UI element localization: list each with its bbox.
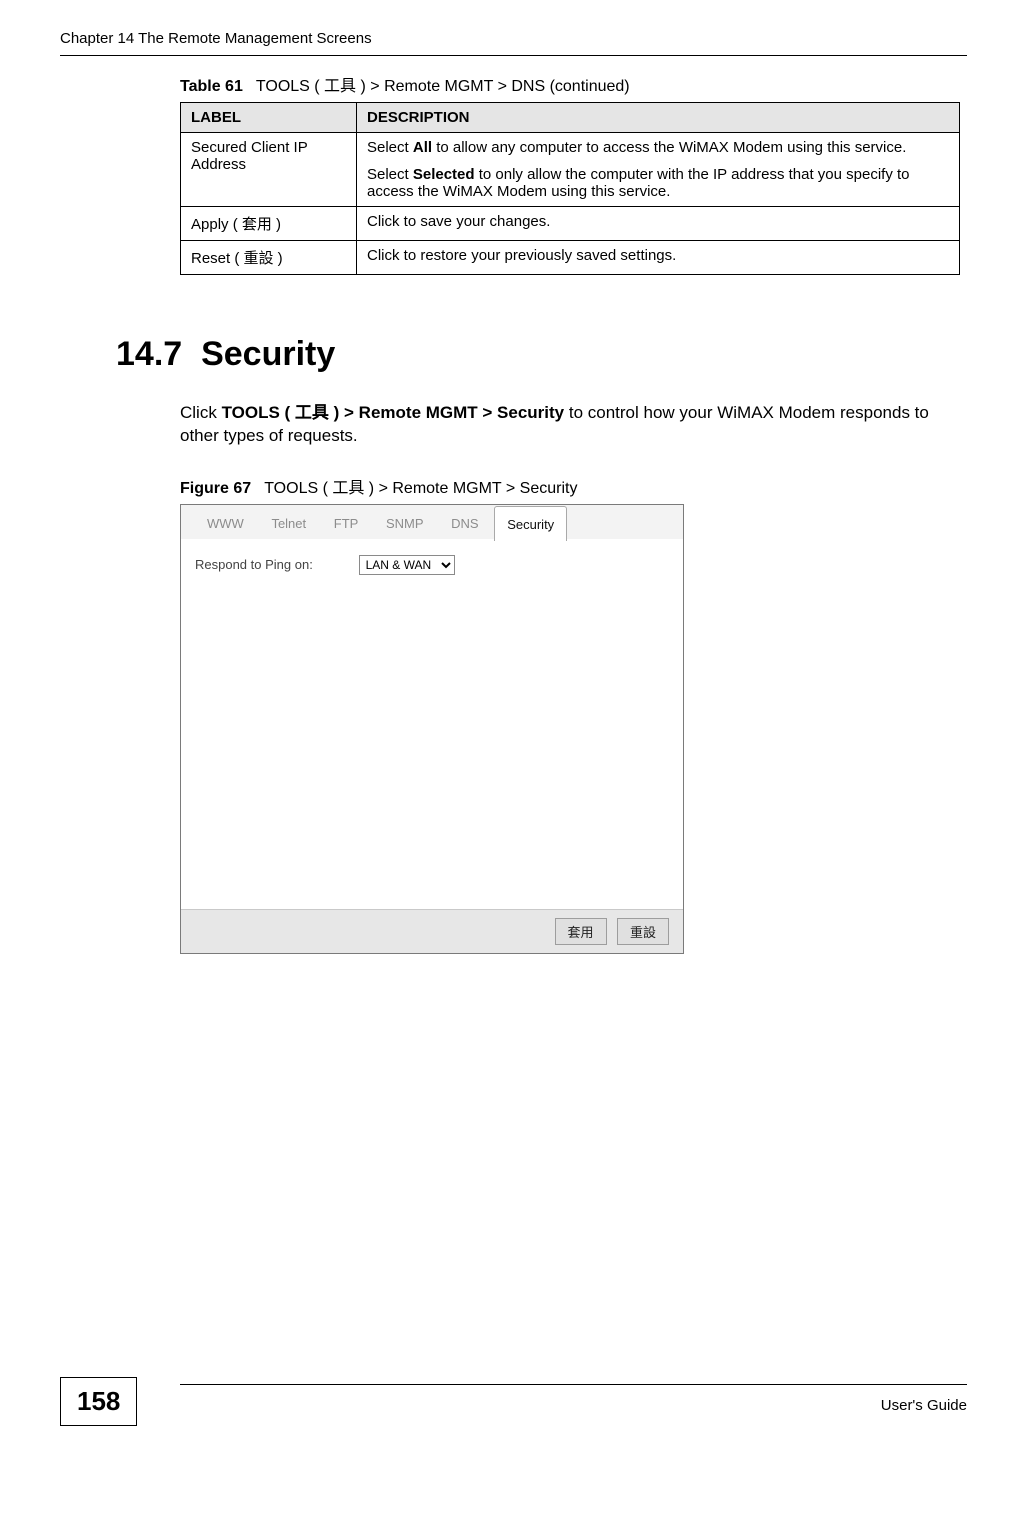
figure-67-caption-text: TOOLS ( 工具 ) > Remote MGMT > Security	[264, 480, 577, 497]
section-title: Security	[201, 335, 335, 373]
tab-snmp[interactable]: SNMP	[374, 506, 436, 540]
header-rule	[60, 55, 967, 56]
table-header-label: LABEL	[181, 103, 357, 133]
tab-panel-security: Respond to Ping on: LAN & WAN	[181, 539, 683, 909]
cell-label: Reset ( 重設 )	[181, 241, 357, 275]
tab-ftp[interactable]: FTP	[322, 506, 371, 540]
table-row: Secured Client IP Address Select All to …	[181, 133, 960, 207]
tab-dns[interactable]: DNS	[439, 506, 490, 540]
cell-desc-para: Select All to allow any computer to acce…	[367, 139, 949, 156]
button-bar: 套用 重設	[181, 909, 683, 953]
cell-label: Apply ( 套用 )	[181, 207, 357, 241]
cell-label: Secured Client IP Address	[181, 133, 357, 207]
table-61-caption-text: TOOLS ( 工具 ) > Remote MGMT > DNS (contin…	[256, 78, 630, 95]
table-61-caption: Table 61 TOOLS ( 工具 ) > Remote MGMT > DN…	[180, 72, 967, 96]
section-number: 14.7	[116, 335, 182, 373]
tab-security[interactable]: Security	[494, 506, 567, 541]
figure-67-caption-prefix: Figure 67	[180, 480, 251, 497]
tab-bar: WWW Telnet FTP SNMP DNS Security	[181, 505, 683, 539]
section-body: Click TOOLS ( 工具 ) > Remote MGMT > Secur…	[180, 402, 960, 448]
cell-description: Select All to allow any computer to acce…	[357, 133, 960, 207]
apply-button[interactable]: 套用	[555, 918, 607, 945]
table-61: LABEL DESCRIPTION Secured Client IP Addr…	[180, 102, 960, 275]
tab-www[interactable]: WWW	[195, 506, 256, 540]
page-number: 158	[60, 1377, 137, 1426]
figure-67-caption: Figure 67 TOOLS ( 工具 ) > Remote MGMT > S…	[180, 474, 967, 498]
running-header: Chapter 14 The Remote Management Screens	[60, 30, 967, 47]
select-respond-ping[interactable]: LAN & WAN	[359, 555, 455, 575]
table-header-row: LABEL DESCRIPTION	[181, 103, 960, 133]
table-61-caption-prefix: Table 61	[180, 78, 243, 95]
field-label-respond-ping: Respond to Ping on:	[195, 557, 355, 572]
table-row: Reset ( 重設 ) Click to restore your previ…	[181, 241, 960, 275]
reset-button[interactable]: 重設	[617, 918, 669, 945]
footer-guide-label: User's Guide	[881, 1377, 967, 1414]
cell-description: Click to restore your previously saved s…	[357, 241, 960, 275]
section-heading: 14.7 Security	[116, 335, 967, 374]
field-row-respond-ping: Respond to Ping on: LAN & WAN	[195, 555, 669, 575]
cell-desc-para: Select Selected to only allow the comput…	[367, 166, 949, 200]
table-row: Apply ( 套用 ) Click to save your changes.	[181, 207, 960, 241]
table-header-description: DESCRIPTION	[357, 103, 960, 133]
cell-description: Click to save your changes.	[357, 207, 960, 241]
tab-telnet[interactable]: Telnet	[259, 506, 318, 540]
figure-67-screenshot: WWW Telnet FTP SNMP DNS Security Respond…	[180, 504, 684, 954]
